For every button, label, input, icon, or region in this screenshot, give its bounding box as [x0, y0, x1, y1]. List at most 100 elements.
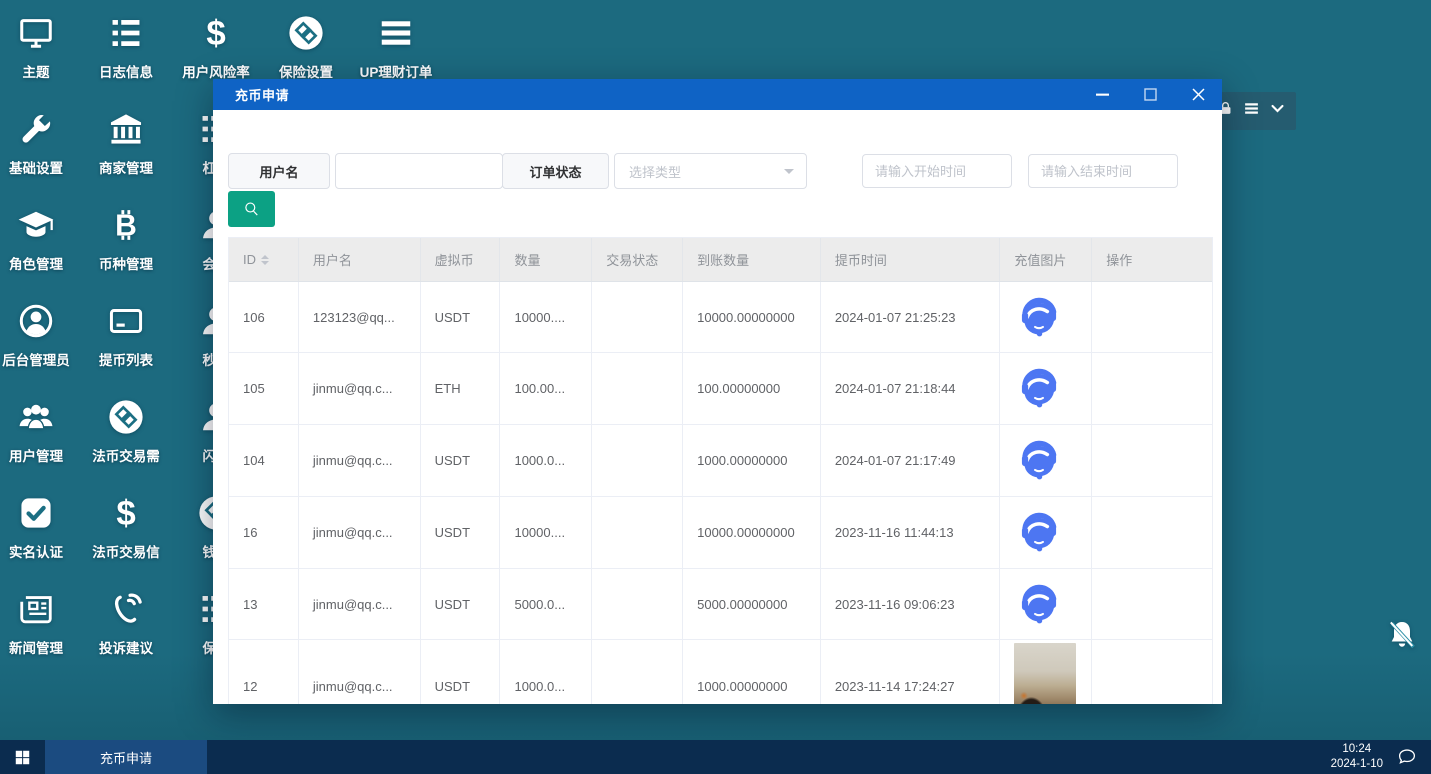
maximize-button[interactable] — [1126, 79, 1174, 110]
desktop-icon-label: 用户风险率 — [182, 65, 250, 80]
column-header-id[interactable]: ID — [229, 238, 299, 281]
cell-amount: 100.00... — [500, 353, 593, 424]
username-filter-group: 用户名 — [228, 153, 503, 189]
column-label: 操作 — [1106, 253, 1133, 268]
order-status-filter-group: 订单状态 选择类型 — [502, 153, 807, 189]
taskbar-clock: 10:24 2024-1-10 — [1331, 742, 1383, 772]
cell-status — [592, 640, 684, 704]
column-label: 用户名 — [312, 253, 352, 268]
chevron-down-icon[interactable] — [1269, 100, 1286, 122]
close-button[interactable] — [1174, 79, 1222, 110]
recharge-image-photo[interactable] — [1014, 642, 1077, 704]
cell-amount: 10000.... — [500, 282, 593, 352]
cell-id: 104 — [229, 425, 299, 496]
cell-username: jinmu@qq.c... — [299, 569, 421, 639]
minimize-icon — [1095, 93, 1109, 96]
desktop-icon-user-risk-rate[interactable]: $ 用户风险率 — [171, 12, 261, 81]
start-button[interactable] — [0, 740, 45, 774]
desktop-icon-up-finance-orders[interactable]: UP理财订单 — [351, 12, 441, 81]
desktop-icon-label: 主题 — [22, 65, 50, 80]
taskbar: 充币申请 10:24 2024-1-10 — [0, 740, 1431, 774]
desktop-icon-theme[interactable]: 主题 — [0, 12, 81, 81]
bell-muted-icon[interactable] — [1385, 618, 1419, 656]
desktop-icon-insurance-settings[interactable]: 保险设置 — [261, 12, 351, 81]
column-label: 到账数量 — [697, 253, 750, 268]
column-header-action: 操作 — [1092, 238, 1212, 281]
column-header-amount: 数量 — [500, 238, 593, 281]
cell-coin: USDT — [421, 282, 501, 352]
chat-button[interactable] — [1397, 748, 1417, 766]
cell-time: 2023-11-14 17:24:27 — [821, 640, 1001, 704]
desktop-icon-log-info[interactable]: 日志信息 — [81, 12, 171, 81]
svg-text:B: B — [115, 209, 137, 242]
cell-id: 13 — [229, 569, 299, 639]
desktop-icon-complaints[interactable]: 投诉建议 — [81, 588, 171, 657]
recharge-image-avatar[interactable] — [1014, 362, 1064, 415]
taskbar-tray: 10:24 2024-1-10 — [1331, 740, 1431, 774]
desktop-icon-role-management[interactable]: 角色管理 — [0, 204, 81, 273]
desktop-icon-label: 日志信息 — [99, 65, 153, 80]
column-header-time: 提币时间 — [821, 238, 1001, 281]
end-time-input[interactable] — [1029, 163, 1177, 179]
clock-time: 10:24 — [1342, 743, 1372, 756]
start-time-field — [862, 154, 1012, 188]
window-controls — [1078, 79, 1222, 110]
window-titlebar[interactable]: 充币申请 — [213, 79, 1222, 110]
window-title: 充币申请 — [235, 88, 290, 103]
recharge-image-avatar[interactable] — [1014, 291, 1064, 344]
menu-icon[interactable] — [1243, 100, 1260, 122]
gem-circle-icon — [81, 396, 171, 438]
cell-username: jinmu@qq.c... — [299, 497, 421, 568]
cell-received: 1000.00000000 — [683, 640, 821, 704]
order-status-select[interactable]: 选择类型 — [614, 153, 807, 189]
desktop-icon-withdraw-list[interactable]: 提币列表 — [81, 300, 171, 369]
cell-received: 10000.00000000 — [683, 497, 821, 568]
desktop-icon-backend-admin[interactable]: 后台管理员 — [0, 300, 81, 369]
desktop-icon-label: 法币交易需 — [92, 449, 160, 464]
chevron-down-icon — [784, 169, 794, 179]
search-button[interactable] — [228, 191, 275, 227]
desktop-wallpaper: 主题日志信息$用户风险率保险设置UP理财订单基础设置商家管理杠杆角色管理B币种管… — [0, 0, 1431, 774]
clock-date: 2024-1-10 — [1330, 758, 1383, 770]
recharge-image-avatar[interactable] — [1014, 578, 1064, 631]
cell-image — [1000, 640, 1093, 704]
sort-carets-icon[interactable] — [261, 251, 269, 269]
bitcoin-icon: B — [81, 204, 171, 246]
cell-received: 100.00000000 — [683, 353, 821, 424]
recharge-image-avatar[interactable] — [1014, 434, 1064, 487]
column-header-image: 充值图片 — [1000, 238, 1093, 281]
desktop-icon-real-name-auth[interactable]: 实名认证 — [0, 492, 81, 561]
minimize-button[interactable] — [1078, 79, 1126, 110]
table-row: 104 jinmu@qq.c... USDT 1000.0... 1000.000000… — [229, 425, 1212, 497]
cell-coin: USDT — [421, 497, 501, 568]
recharge-application-window: 充币申请 用户名 订单状态 选择类型 请输入开始时间 请输入结束时间 ID 用户… — [213, 79, 1222, 704]
desktop-icon-basic-settings[interactable]: 基础设置 — [0, 108, 81, 177]
desktop-icon-fiat-trade-demand[interactable]: 法币交易需 — [81, 396, 171, 465]
username-input[interactable] — [336, 163, 502, 179]
check-square-icon — [0, 492, 81, 534]
column-header-coin: 虚拟币 — [421, 238, 501, 281]
taskbar-item-recharge[interactable]: 充币申请 — [45, 740, 207, 774]
desktop-icon-news-management[interactable]: 新闻管理 — [0, 588, 81, 657]
desktop-icon-label: 实名认证 — [9, 545, 63, 560]
desktop-icon-coin-management[interactable]: B 币种管理 — [81, 204, 171, 273]
recharge-image-avatar[interactable] — [1014, 506, 1064, 559]
dollar-icon: $ — [171, 12, 261, 54]
svg-text:$: $ — [116, 494, 135, 532]
cell-image — [1000, 353, 1093, 424]
cell-time: 2023-11-16 11:44:13 — [821, 497, 1001, 568]
desktop-icon-merchant-management[interactable]: 商家管理 — [81, 108, 171, 177]
phone-icon — [81, 588, 171, 630]
cell-coin: USDT — [421, 569, 501, 639]
column-label: ID — [243, 252, 256, 267]
cell-username: jinmu@qq.c... — [299, 353, 421, 424]
desktop-icon-user-management[interactable]: 用户管理 — [0, 396, 81, 465]
username-label: 用户名 — [228, 153, 330, 189]
desktop-icon-fiat-trade-info[interactable]: $ 法币交易信 — [81, 492, 171, 561]
search-icon — [245, 201, 258, 215]
cell-username: jinmu@qq.c... — [299, 425, 421, 496]
cell-status — [592, 282, 684, 352]
recharge-table: ID 用户名 虚拟币 数量 交易状态 到账数量 提币时间 充值图片 操作 106 123123@q… — [228, 237, 1213, 704]
cell-amount: 5000.0... — [500, 569, 593, 639]
start-time-input[interactable] — [863, 163, 1011, 179]
